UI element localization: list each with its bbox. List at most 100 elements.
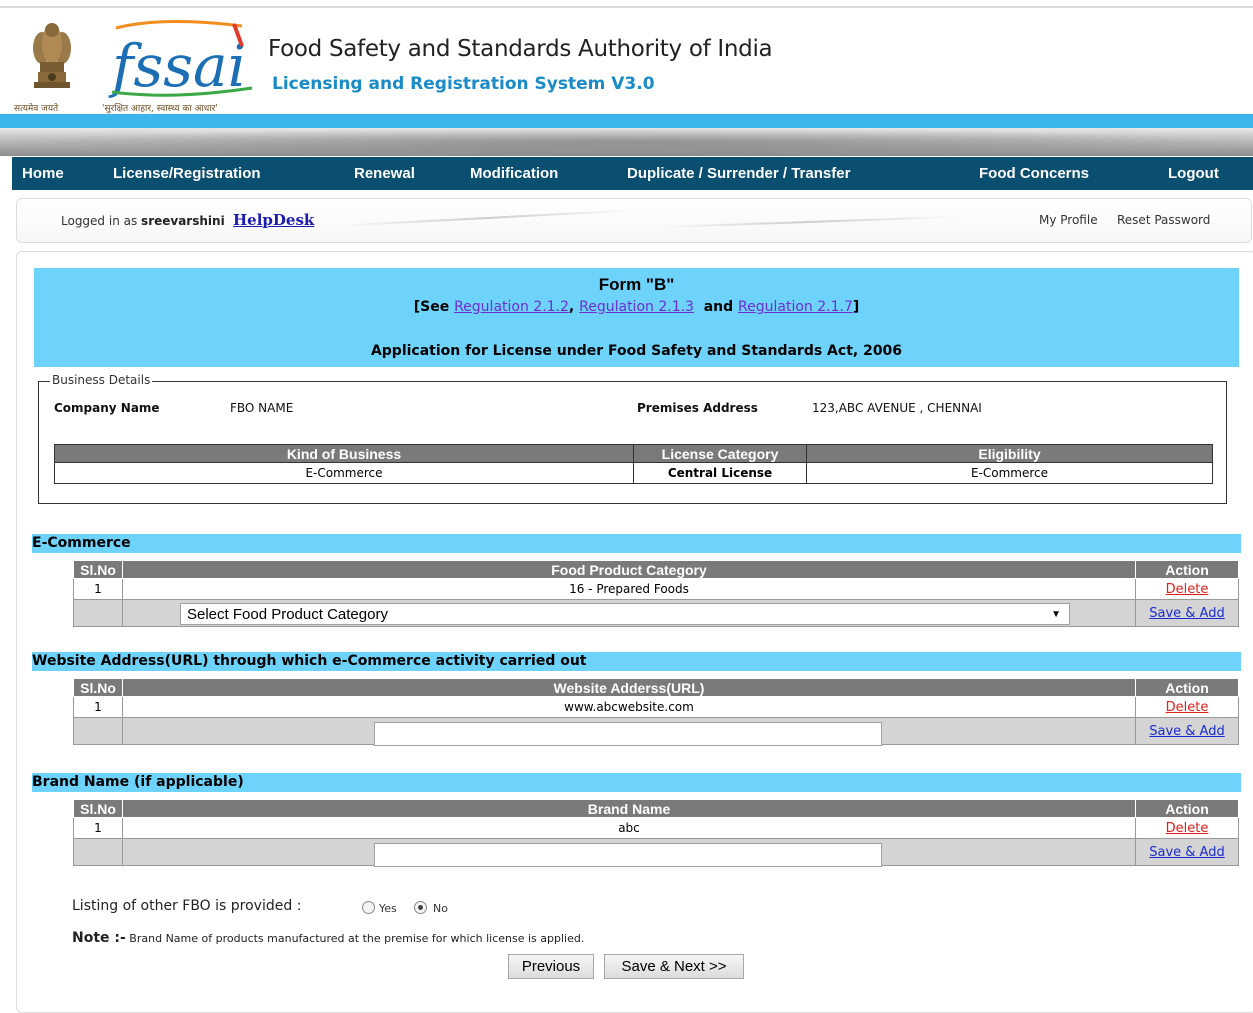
nav-logout[interactable]: Logout	[1168, 165, 1219, 182]
national-emblem-icon	[33, 23, 71, 88]
website-section-title: Website Address(URL) through which e-Com…	[32, 652, 1241, 671]
company-name-label: Company Name	[54, 401, 160, 415]
org-title: Food Safety and Standards Authority of I…	[268, 36, 773, 62]
username: sreevarshini	[141, 214, 225, 228]
form-header: Form "B" [See Regulation 2.1.2, Regulati…	[34, 268, 1239, 367]
row-website-url: www.abcwebsite.com	[122, 696, 1136, 718]
nav-license-registration[interactable]: License/Registration	[113, 165, 261, 182]
premises-address-label: Premises Address	[637, 401, 758, 415]
row-slno: 1	[73, 578, 123, 600]
logged-in-prefix: Logged in as	[61, 214, 142, 228]
listing-other-fbo-label: Listing of other FBO is provided :	[72, 898, 302, 914]
regulation-2-1-2-link[interactable]: Regulation 2.1.2	[454, 299, 569, 315]
nav-renewal[interactable]: Renewal	[354, 165, 415, 182]
logged-in-text: Logged in as sreevarshini	[61, 214, 225, 228]
listing-no-label: No	[433, 902, 448, 915]
listing-yes-radio[interactable]	[362, 901, 375, 914]
form-title: Form "B"	[598, 275, 675, 294]
site-header: सत्यमेव जयते fssai 'सुरक्षित आहार, स्वास…	[0, 8, 1253, 114]
add-row-slno-cell	[73, 599, 123, 627]
save-next-button[interactable]: Save & Next >>	[604, 954, 744, 979]
delete-link[interactable]: Delete	[1166, 700, 1209, 715]
table-row: 1 www.abcwebsite.com Delete	[73, 696, 1239, 718]
user-bar-swoosh-1	[337, 209, 637, 227]
slno-header: Sl.No	[73, 678, 123, 697]
ecommerce-section-title: E-Commerce	[32, 534, 1241, 553]
my-profile-link[interactable]: My Profile	[1039, 213, 1098, 227]
emblem-caption: सत्यमेव जयते	[14, 104, 59, 114]
nav-modification[interactable]: Modification	[470, 165, 558, 182]
delete-link[interactable]: Delete	[1166, 821, 1209, 836]
reg-comma: ,	[568, 299, 580, 315]
eligibility-header: Eligibility	[806, 444, 1213, 463]
header-swoosh-shade	[0, 128, 1253, 156]
dropdown-arrow-icon: ▼	[1051, 609, 1061, 620]
license-category-header: License Category	[633, 444, 807, 463]
nav-home[interactable]: Home	[22, 165, 64, 182]
listing-no-radio[interactable]	[414, 901, 427, 914]
note-text: Brand Name of products manufactured at t…	[125, 932, 585, 945]
brand-name-header: Brand Name	[122, 799, 1136, 818]
table-row: 1 abc Delete	[73, 817, 1239, 839]
brand-section-title: Brand Name (if applicable)	[32, 773, 1241, 792]
action-header: Action	[1135, 678, 1239, 697]
website-url-input[interactable]	[374, 722, 882, 746]
previous-button[interactable]: Previous	[508, 954, 594, 979]
brand-name-input[interactable]	[374, 843, 882, 867]
add-row-action-cell: Save & Add	[1135, 599, 1239, 627]
save-add-link[interactable]: Save & Add	[1149, 606, 1224, 621]
premises-address-value: 123,ABC AVENUE , CHENNAI	[812, 401, 982, 415]
brand-note: Note :- Brand Name of products manufactu…	[72, 930, 584, 946]
business-table: Kind of Business License Category Eligib…	[54, 444, 1213, 484]
delete-link[interactable]: Delete	[1166, 582, 1209, 597]
see-prefix: [See	[413, 299, 455, 315]
row-slno: 1	[73, 696, 123, 718]
add-row-slno-cell	[73, 717, 123, 745]
eligibility-value: E-Commerce	[806, 462, 1213, 484]
save-add-link[interactable]: Save & Add	[1149, 724, 1224, 739]
website-url-header: Website Adderss(URL)	[122, 678, 1136, 697]
save-add-link[interactable]: Save & Add	[1149, 845, 1224, 860]
action-header: Action	[1135, 799, 1239, 818]
add-row-action-cell: Save & Add	[1135, 838, 1239, 866]
form-regulations: [See Regulation 2.1.2, Regulation 2.1.3 …	[34, 299, 1239, 315]
row-action-cell: Delete	[1135, 696, 1239, 718]
listing-yes-label: Yes	[379, 902, 397, 915]
helpdesk-link[interactable]: HelpDesk	[233, 211, 314, 229]
business-details-legend: Business Details	[50, 373, 153, 387]
business-details-fieldset	[38, 381, 1227, 504]
logo-caption: 'सुरक्षित आहार, स्वास्थ्य का आधार'	[102, 104, 218, 114]
nav-food-concerns[interactable]: Food Concerns	[979, 165, 1089, 182]
license-category-value: Central License	[633, 462, 807, 484]
user-bar-swoosh-2	[657, 215, 957, 229]
kind-of-business-header: Kind of Business	[54, 444, 634, 463]
food-product-category-header: Food Product Category	[122, 560, 1136, 579]
action-header: Action	[1135, 560, 1239, 579]
slno-header: Sl.No	[73, 560, 123, 579]
food-category-select[interactable]: Select Food Product Category ▼	[180, 603, 1070, 625]
system-title: Licensing and Registration System V3.0	[272, 74, 655, 94]
note-prefix: Note :-	[72, 930, 126, 946]
svg-text:fssai: fssai	[108, 32, 246, 98]
table-row: 1 16 - Prepared Foods Delete	[73, 578, 1239, 600]
reset-password-link[interactable]: Reset Password	[1117, 213, 1210, 227]
nav-duplicate-surrender-transfer[interactable]: Duplicate / Surrender / Transfer	[627, 165, 850, 182]
regulation-2-1-7-link[interactable]: Regulation 2.1.7	[738, 299, 853, 315]
kind-of-business-value: E-Commerce	[54, 462, 634, 484]
row-brand-name: abc	[122, 817, 1136, 839]
add-row-slno-cell	[73, 838, 123, 866]
row-action-cell: Delete	[1135, 578, 1239, 600]
header-blue-strip	[0, 114, 1253, 128]
regulation-2-1-3-link[interactable]: Regulation 2.1.3	[579, 299, 694, 315]
fssai-logo: fssai	[108, 19, 253, 98]
select-value: Select Food Product Category	[187, 606, 388, 623]
main-nav: Home License/Registration Renewal Modifi…	[12, 157, 1253, 190]
form-subtitle: Application for License under Food Safet…	[370, 343, 903, 359]
row-action-cell: Delete	[1135, 817, 1239, 839]
reg-and: and	[693, 299, 739, 315]
reg-close: ]	[852, 299, 860, 315]
slno-header: Sl.No	[73, 799, 123, 818]
user-bar: Logged in as sreevarshini HelpDesk My Pr…	[16, 198, 1252, 243]
row-food-category: 16 - Prepared Foods	[122, 578, 1136, 600]
add-row-action-cell: Save & Add	[1135, 717, 1239, 745]
